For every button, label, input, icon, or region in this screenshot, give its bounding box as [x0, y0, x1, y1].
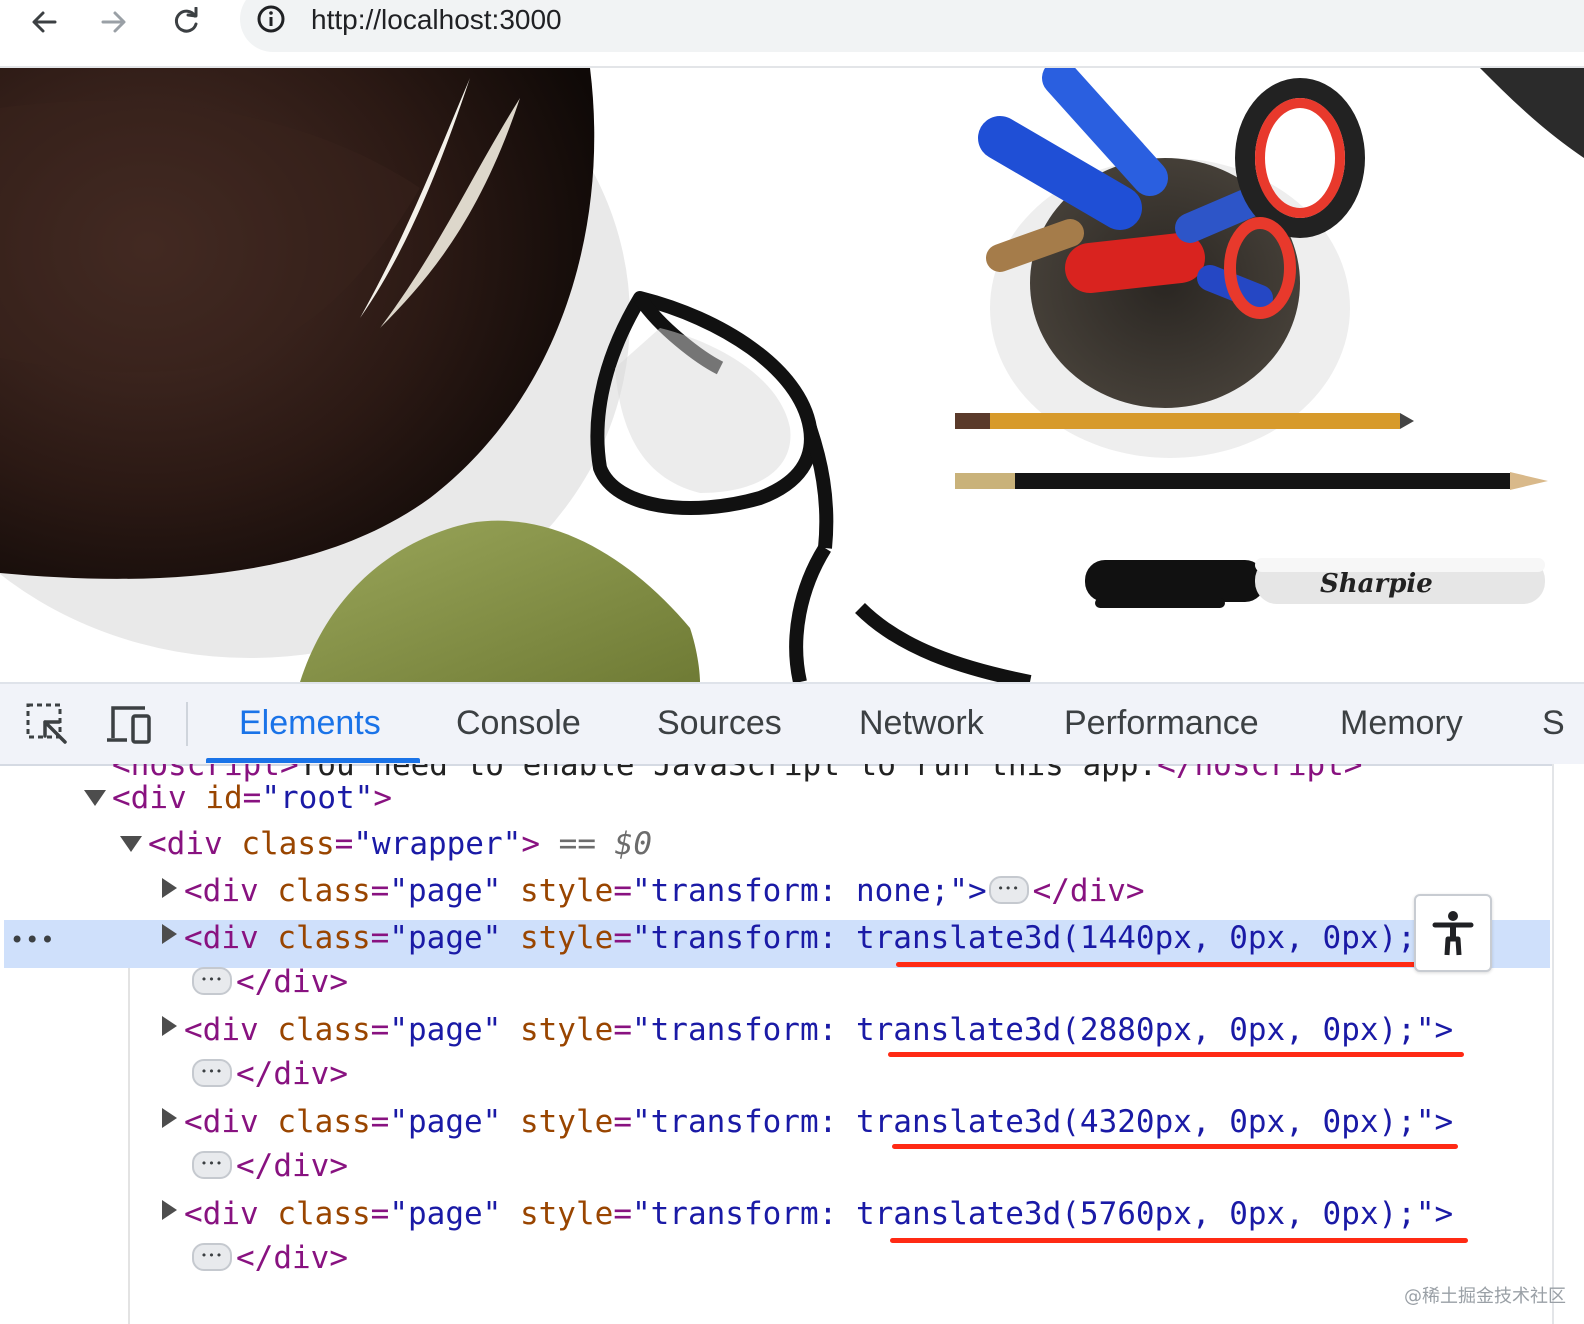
inspect-element-icon	[26, 703, 67, 744]
collapsed-children-button[interactable]	[192, 1242, 232, 1271]
devtools-tabbar: Elements Console Sources Network Perform…	[0, 682, 1584, 766]
tab-elements[interactable]: Elements	[239, 704, 381, 743]
tab-console[interactable]: Console	[456, 704, 581, 743]
dom-node-page-4[interactable]: <div class="page" style="transform: tran…	[184, 1191, 1453, 1237]
dom-node-page-3[interactable]: <div class="page" style="transform: tran…	[184, 1099, 1453, 1145]
dom-node-page-1[interactable]: <div class="page" style="transform: tran…	[184, 915, 1453, 961]
sharpie-label: Sharpie	[1320, 569, 1433, 599]
dom-node-page-0[interactable]: <div class="page" style="transform: none…	[184, 868, 1145, 914]
accessibility-tree-button[interactable]	[1414, 894, 1492, 972]
reload-icon	[174, 7, 198, 33]
dom-tree: <noscript>You need to enable JavaScript …	[0, 764, 1584, 1324]
node-actions-ellipsis[interactable]: •••	[10, 926, 55, 954]
arrow-right-icon	[101, 11, 126, 33]
active-tab-indicator	[206, 758, 420, 763]
expand-triangle-root[interactable]	[84, 790, 106, 806]
dom-node-page-3-close[interactable]: </div>	[190, 1143, 348, 1189]
expand-triangle-page-0[interactable]	[162, 878, 177, 898]
site-info-button[interactable]	[254, 2, 288, 36]
collapsed-children-button[interactable]	[988, 875, 1029, 904]
highlight-underline-1	[896, 962, 1472, 967]
highlight-underline-2	[888, 1052, 1464, 1057]
expand-triangle-page-2[interactable]	[162, 1016, 177, 1036]
expand-triangle-page-3[interactable]	[162, 1108, 177, 1128]
device-toggle-icon	[107, 706, 151, 744]
dom-node-page-1-close[interactable]: </div>	[190, 959, 348, 1005]
indent-guide	[128, 968, 130, 1324]
expand-triangle-page-4[interactable]	[162, 1200, 177, 1220]
collapsed-children-button[interactable]	[192, 1058, 232, 1087]
tab-sources[interactable]: Sources	[657, 704, 782, 743]
highlight-underline-3	[892, 1144, 1458, 1149]
back-button[interactable]	[24, 2, 64, 42]
url-text[interactable]: http://localhost:3000	[311, 4, 562, 36]
expand-triangle-wrapper[interactable]	[120, 836, 142, 852]
collapsed-children-button[interactable]	[192, 1150, 232, 1179]
devtools-panel: Elements Console Sources Network Perform…	[0, 682, 1584, 1324]
forward-button[interactable]	[94, 2, 134, 42]
accessibility-icon	[1432, 911, 1474, 956]
tab-security-truncated[interactable]: S	[1542, 704, 1565, 743]
page-viewport: Sharpie	[0, 68, 1584, 682]
dom-node-wrapper[interactable]: <div class="wrapper"> == $0	[148, 821, 652, 867]
expand-triangle-page-1[interactable]	[162, 924, 177, 944]
collapsed-children-button[interactable]	[192, 966, 232, 995]
device-toolbar-button[interactable]	[104, 700, 154, 748]
arrow-left-icon	[32, 11, 57, 33]
dom-node-page-4-close[interactable]: </div>	[190, 1235, 348, 1281]
tab-performance[interactable]: Performance	[1064, 704, 1259, 743]
dom-node-root[interactable]: <div id="root">	[112, 775, 392, 821]
tab-network[interactable]: Network	[859, 704, 984, 743]
highlight-underline-4	[890, 1238, 1468, 1243]
side-panel-edge	[1552, 764, 1584, 1324]
browser-toolbar: http://localhost:3000	[0, 0, 1584, 68]
dom-node-page-2[interactable]: <div class="page" style="transform: tran…	[184, 1007, 1453, 1053]
inspect-element-button[interactable]	[22, 700, 72, 748]
hero-image: Sharpie	[0, 68, 1584, 682]
info-circle-icon	[257, 5, 285, 33]
tab-memory[interactable]: Memory	[1340, 704, 1463, 743]
watermark: @稀土掘金技术社区	[1404, 1286, 1566, 1307]
toolbar-divider	[186, 702, 188, 746]
reload-button[interactable]	[166, 2, 206, 42]
dom-node-page-2-close[interactable]: </div>	[190, 1051, 348, 1097]
